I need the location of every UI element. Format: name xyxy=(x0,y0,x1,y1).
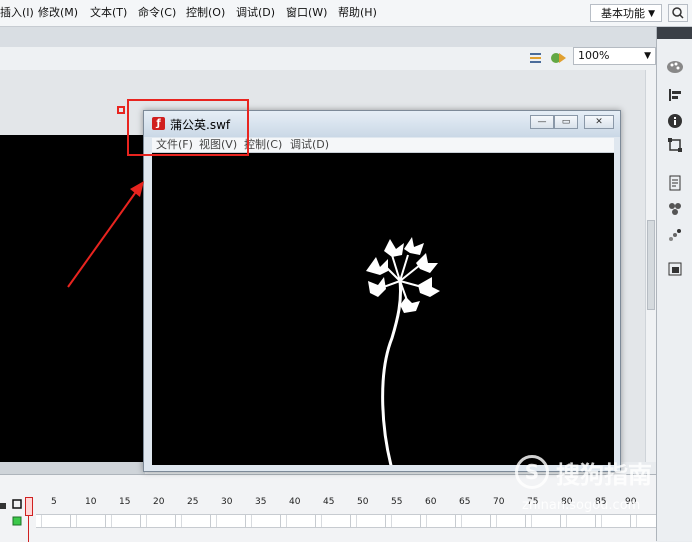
library-icon[interactable] xyxy=(664,259,686,279)
menu-text[interactable]: 文本(T) xyxy=(90,0,127,26)
frame-number: 65 xyxy=(459,497,471,507)
menu-modify[interactable]: 修改(M) xyxy=(38,0,78,26)
align-icon[interactable] xyxy=(664,85,686,105)
maximize-button[interactable]: ▭ xyxy=(554,115,578,129)
frame-number: 45 xyxy=(323,497,335,507)
layer-color-icon[interactable] xyxy=(12,516,22,529)
chevron-down-icon: ▼ xyxy=(644,51,651,61)
menu-help[interactable]: 帮助(H) xyxy=(338,0,377,26)
transform-icon[interactable] xyxy=(664,135,686,155)
swf-menu-control[interactable]: 控制(C) xyxy=(244,138,282,152)
workspace-switcher[interactable]: 基本功能 ▼ xyxy=(590,4,662,22)
motion-presets-icon[interactable] xyxy=(664,225,686,245)
swf-player-window: ƒ 蒲公英.swf — ▭ ✕ 文件(F) 视图(V) 控制(C) 调试(D) xyxy=(143,110,621,484)
edit-scene-icon[interactable] xyxy=(550,50,568,69)
scroll-thumb[interactable] xyxy=(647,220,655,310)
dandelion-graphic xyxy=(366,237,440,484)
annotation-arrow xyxy=(67,181,144,288)
menu-insert[interactable]: 插入(I) xyxy=(0,0,34,26)
menu-control[interactable]: 控制(O) xyxy=(186,0,225,26)
playhead-line xyxy=(28,515,29,542)
annotation-small-marker xyxy=(117,106,125,114)
zoom-value: 100% xyxy=(578,49,610,62)
frame-number: 5 xyxy=(51,497,57,507)
close-button[interactable]: ✕ xyxy=(584,115,614,129)
chevron-down-icon: ▼ xyxy=(648,9,655,19)
outline-icon[interactable] xyxy=(12,499,22,512)
frame-number: 15 xyxy=(119,497,131,507)
swf-stage[interactable] xyxy=(152,153,614,484)
palette-icon[interactable] xyxy=(664,57,686,77)
code-snippet-icon[interactable] xyxy=(664,173,686,193)
info-icon[interactable] xyxy=(664,111,686,131)
frame-number: 40 xyxy=(289,497,301,507)
frame-number: 30 xyxy=(221,497,233,507)
menu-window[interactable]: 窗口(W) xyxy=(286,0,327,26)
horizontal-scrollbar[interactable] xyxy=(0,462,145,474)
panel-header xyxy=(657,27,692,39)
zoom-select[interactable]: 100% ▼ xyxy=(573,47,656,65)
components-icon[interactable] xyxy=(664,199,686,219)
edit-bar xyxy=(0,47,656,70)
frame-number: 35 xyxy=(255,497,267,507)
frame-number: 10 xyxy=(85,497,97,507)
watermark-logo-icon: S xyxy=(515,455,549,489)
frame-number: 50 xyxy=(357,497,369,507)
right-panel-dock xyxy=(656,27,692,541)
edit-symbols-icon[interactable] xyxy=(528,50,544,69)
workspace-label: 基本功能 xyxy=(601,7,645,20)
frame-number: 25 xyxy=(187,497,199,507)
annotation-highlight-box xyxy=(127,99,249,156)
frame-strip[interactable] xyxy=(36,514,656,528)
frame-number: 20 xyxy=(153,497,165,507)
watermark-text: 搜狗指南 xyxy=(556,461,652,489)
frame-number: 60 xyxy=(425,497,437,507)
frame-number: 70 xyxy=(493,497,505,507)
swf-menu-debug[interactable]: 调试(D) xyxy=(290,138,329,152)
menu-commands[interactable]: 命令(C) xyxy=(138,0,176,26)
menu-debug[interactable]: 调试(D) xyxy=(236,0,275,26)
search-icon[interactable] xyxy=(668,4,688,22)
frame-number: 55 xyxy=(391,497,403,507)
minimize-button[interactable]: — xyxy=(530,115,554,129)
watermark-url: zhinan.sogou.com xyxy=(522,498,641,513)
document-tab-bar xyxy=(0,27,692,48)
menu-bar: 插入(I) 修改(M) 文本(T) 命令(C) 控制(O) 调试(D) 窗口(W… xyxy=(0,0,692,27)
playhead[interactable] xyxy=(25,497,33,516)
lock-icon[interactable] xyxy=(0,499,6,512)
